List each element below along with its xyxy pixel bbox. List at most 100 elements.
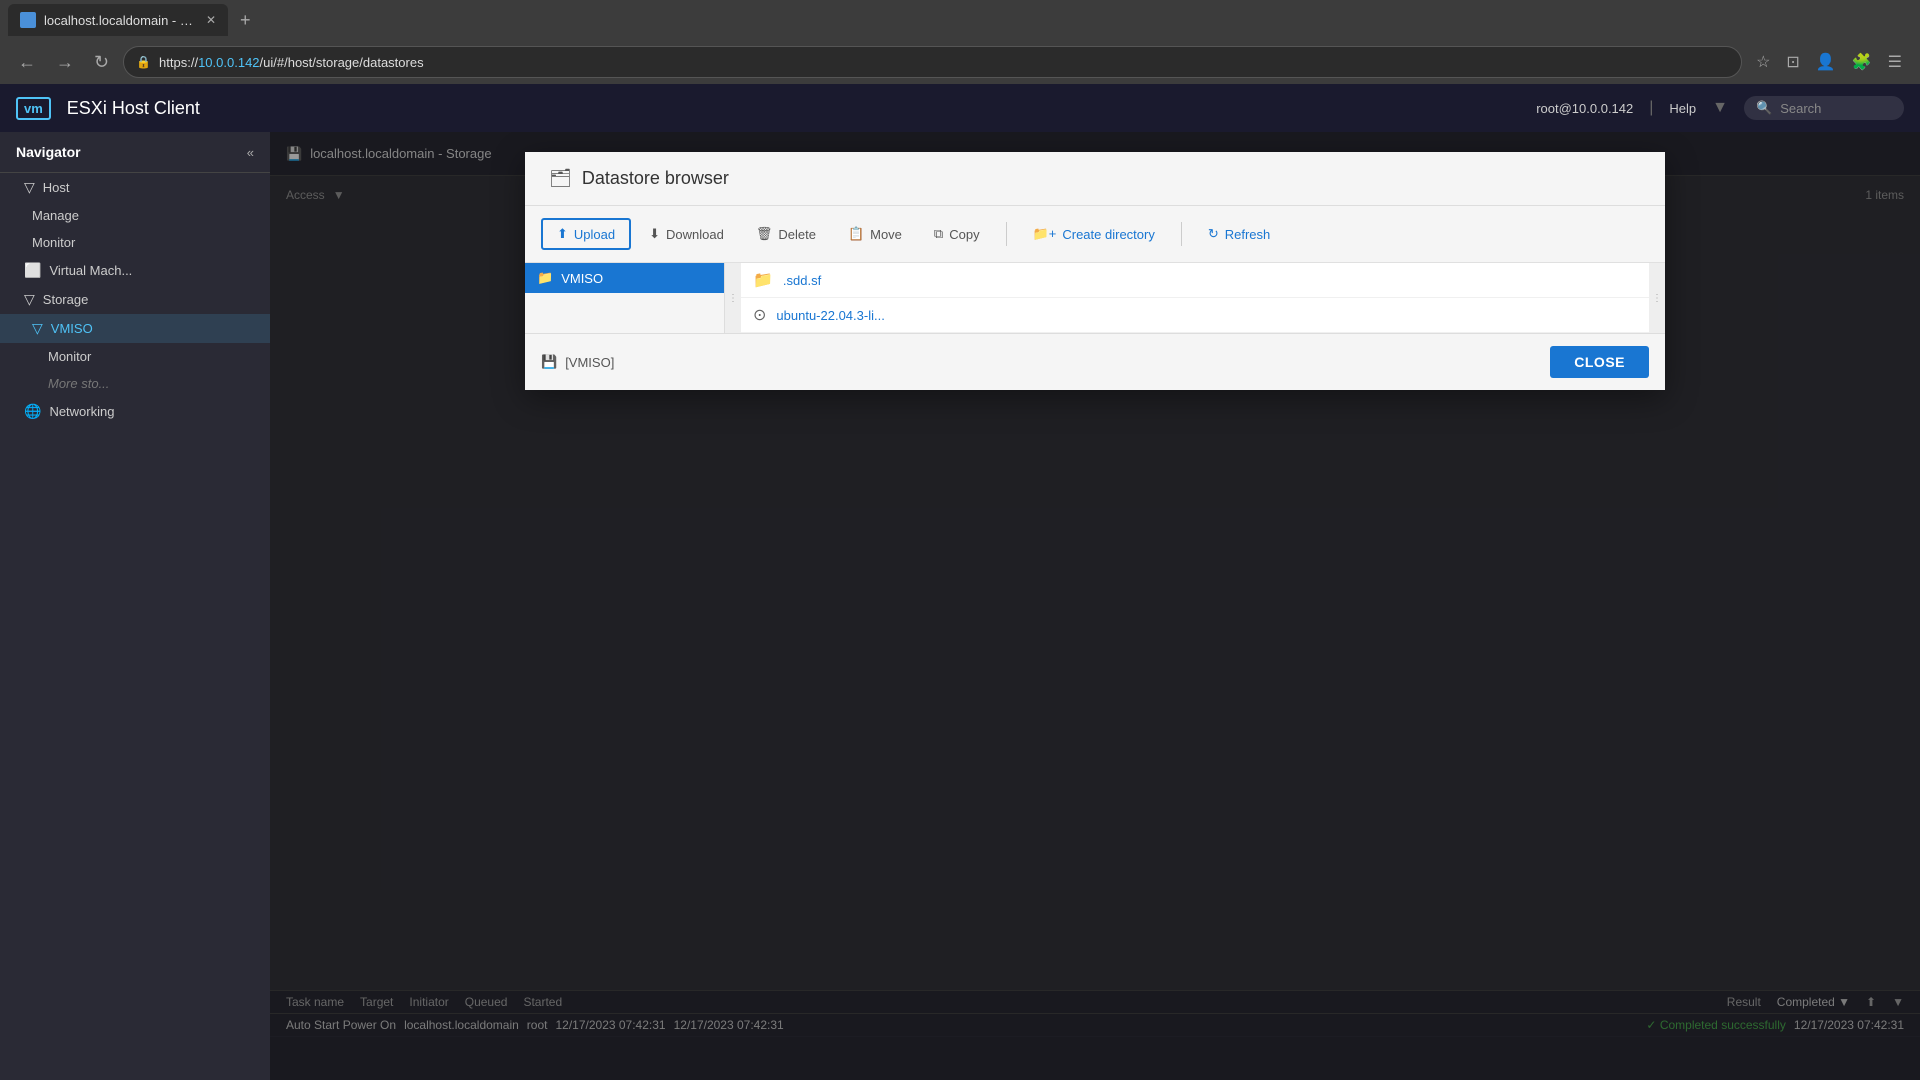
folder-icon: 📁 bbox=[537, 270, 553, 286]
tree-item-vmiso[interactable]: 📁 VMISO bbox=[525, 263, 724, 293]
refresh-label: Refresh bbox=[1225, 227, 1271, 242]
refresh-icon: ↻ bbox=[1208, 226, 1219, 242]
search-icon: 🔍 bbox=[1756, 100, 1772, 116]
host-icon: ▽ bbox=[24, 179, 35, 196]
sidebar-item-storage[interactable]: ▽ Storage bbox=[0, 285, 270, 314]
sidebar-item-networking[interactable]: 🌐 Networking bbox=[0, 397, 270, 426]
sidebar-item-vmiso[interactable]: ▽ VMISO bbox=[0, 314, 270, 343]
sidebar-item-manage[interactable]: Manage bbox=[0, 202, 270, 229]
create-dir-label: Create directory bbox=[1062, 227, 1154, 242]
modal-header: 🗂 Datastore browser bbox=[525, 152, 1665, 206]
folder-file-icon: 📁 bbox=[753, 270, 773, 290]
delete-button[interactable]: 🗑 Delete bbox=[742, 220, 830, 248]
security-icon: 🔒 bbox=[136, 55, 151, 69]
close-button[interactable]: CLOSE bbox=[1550, 346, 1649, 378]
tab-close-icon[interactable]: ✕ bbox=[206, 13, 216, 27]
toolbar-divider-2 bbox=[1181, 222, 1182, 246]
profile-button[interactable]: 👤 bbox=[1810, 48, 1842, 76]
search-placeholder: Search bbox=[1780, 101, 1821, 116]
tab-bar: localhost.localdomain - VMwar... ✕ + bbox=[0, 0, 1920, 40]
tree-item-label: VMISO bbox=[561, 271, 603, 286]
sidebar-item-host[interactable]: ▽ Host bbox=[0, 173, 270, 202]
vm-icon: ⬜ bbox=[24, 262, 41, 279]
browser-icon: 🗂 bbox=[549, 168, 572, 189]
download-label: Download bbox=[666, 227, 724, 242]
copy-icon: ⧉ bbox=[934, 226, 943, 242]
sidebar-item-label: Storage bbox=[43, 292, 89, 307]
sidebar-item-label: Monitor bbox=[32, 235, 75, 250]
extensions-button[interactable]: 🧩 bbox=[1846, 48, 1878, 76]
download-icon: ⬇ bbox=[649, 226, 660, 242]
datastore-icon: ▽ bbox=[32, 320, 43, 337]
app-header: vm ESXi Host Client root@10.0.0.142 | He… bbox=[0, 84, 1920, 132]
new-tab-button[interactable]: + bbox=[236, 6, 255, 35]
sidebar-header: Navigator « bbox=[0, 132, 270, 173]
storage-icon: ▽ bbox=[24, 291, 35, 308]
file-item-sdd[interactable]: 📁 .sdd.sf bbox=[741, 263, 1649, 298]
navigation-bar: ← → ↻ 🔒 https://10.0.0.142/ui/#/host/sto… bbox=[0, 40, 1920, 84]
sidebar-item-more-storage[interactable]: More sto... bbox=[0, 370, 270, 397]
file-list: 📁 .sdd.sf ⊙ ubuntu-22.04.3-li... bbox=[741, 263, 1649, 333]
sidebar-item-monitor[interactable]: Monitor bbox=[0, 229, 270, 256]
modal-footer: 💾 [VMISO] CLOSE bbox=[525, 333, 1665, 390]
move-icon: 📋 bbox=[848, 226, 864, 242]
toolbar-divider bbox=[1006, 222, 1007, 246]
pocket-button[interactable]: ⊡ bbox=[1780, 48, 1805, 76]
refresh-button[interactable]: ↻ Refresh bbox=[1194, 220, 1284, 248]
sidebar-item-label: Networking bbox=[49, 404, 114, 419]
footer-path-icon: 💾 bbox=[541, 354, 557, 370]
bookmark-button[interactable]: ☆ bbox=[1750, 48, 1776, 76]
header-search[interactable]: 🔍 Search bbox=[1744, 96, 1904, 120]
modal-body: 📁 VMISO ⋮ 📁 .sdd.sf ⊙ bbox=[525, 263, 1665, 333]
file-tree: 📁 VMISO bbox=[525, 263, 725, 333]
sidebar-collapse-button[interactable]: « bbox=[247, 145, 254, 160]
file-name-sdd: .sdd.sf bbox=[783, 273, 821, 288]
sidebar-item-label: VMISO bbox=[51, 321, 93, 336]
app-title: ESXi Host Client bbox=[67, 98, 200, 119]
active-tab[interactable]: localhost.localdomain - VMwar... ✕ bbox=[8, 4, 228, 36]
footer-path-label: [VMISO] bbox=[565, 355, 614, 370]
header-help[interactable]: Help bbox=[1669, 101, 1696, 116]
sidebar-item-vmiso-monitor[interactable]: Monitor bbox=[0, 343, 270, 370]
forward-button[interactable]: → bbox=[50, 48, 80, 77]
sidebar-title: Navigator bbox=[16, 144, 81, 160]
move-label: Move bbox=[870, 227, 902, 242]
menu-button[interactable]: ☰ bbox=[1882, 48, 1908, 76]
footer-path: 💾 [VMISO] bbox=[541, 354, 614, 370]
upload-label: Upload bbox=[574, 227, 615, 242]
sidebar: Navigator « ▽ Host Manage Monitor ⬜ Virt… bbox=[0, 132, 270, 1080]
reload-button[interactable]: ↻ bbox=[88, 48, 115, 77]
tab-favicon bbox=[20, 12, 36, 28]
content-area: 💾 localhost.localdomain - Storage Access… bbox=[270, 132, 1920, 1080]
sidebar-item-label: Monitor bbox=[48, 349, 91, 364]
back-button[interactable]: ← bbox=[12, 48, 42, 77]
copy-button[interactable]: ⧉ Copy bbox=[920, 220, 994, 248]
download-button[interactable]: ⬇ Download bbox=[635, 220, 738, 248]
url-display: https://10.0.0.142/ui/#/host/storage/dat… bbox=[159, 55, 424, 70]
iso-file-icon: ⊙ bbox=[753, 305, 766, 325]
file-name-ubuntu: ubuntu-22.04.3-li... bbox=[776, 308, 884, 323]
drag-handle-2[interactable]: ⋮ bbox=[1649, 263, 1665, 333]
header-user[interactable]: root@10.0.0.142 bbox=[1536, 101, 1633, 116]
file-item-ubuntu[interactable]: ⊙ ubuntu-22.04.3-li... bbox=[741, 298, 1649, 333]
create-dir-icon: 📁+ bbox=[1033, 226, 1057, 242]
modal-title: Datastore browser bbox=[582, 168, 729, 189]
drag-handle-1[interactable]: ⋮ bbox=[725, 263, 741, 333]
create-directory-button[interactable]: 📁+ Create directory bbox=[1019, 220, 1169, 248]
move-button[interactable]: 📋 Move bbox=[834, 220, 916, 248]
modal-toolbar: ⬆ Upload ⬇ Download 🗑 Delete 📋 Move bbox=[525, 206, 1665, 263]
sidebar-item-label: More sto... bbox=[48, 376, 109, 391]
sidebar-item-label: Virtual Mach... bbox=[49, 263, 132, 278]
datastore-browser-modal: 🗂 Datastore browser ⬆ Upload ⬇ Download … bbox=[525, 152, 1665, 390]
delete-label: Delete bbox=[778, 227, 816, 242]
tab-title: localhost.localdomain - VMwar... bbox=[44, 13, 198, 28]
copy-label: Copy bbox=[949, 227, 979, 242]
app-logo: vm bbox=[16, 97, 51, 120]
sidebar-item-label: Host bbox=[43, 180, 70, 195]
sidebar-item-vms[interactable]: ⬜ Virtual Mach... bbox=[0, 256, 270, 285]
modal-overlay: 🗂 Datastore browser ⬆ Upload ⬇ Download … bbox=[270, 132, 1920, 1080]
address-bar[interactable]: 🔒 https://10.0.0.142/ui/#/host/storage/d… bbox=[123, 46, 1742, 78]
upload-button[interactable]: ⬆ Upload bbox=[541, 218, 631, 250]
main-layout: Navigator « ▽ Host Manage Monitor ⬜ Virt… bbox=[0, 132, 1920, 1080]
nav-icons: ☆ ⊡ 👤 🧩 ☰ bbox=[1750, 48, 1908, 76]
